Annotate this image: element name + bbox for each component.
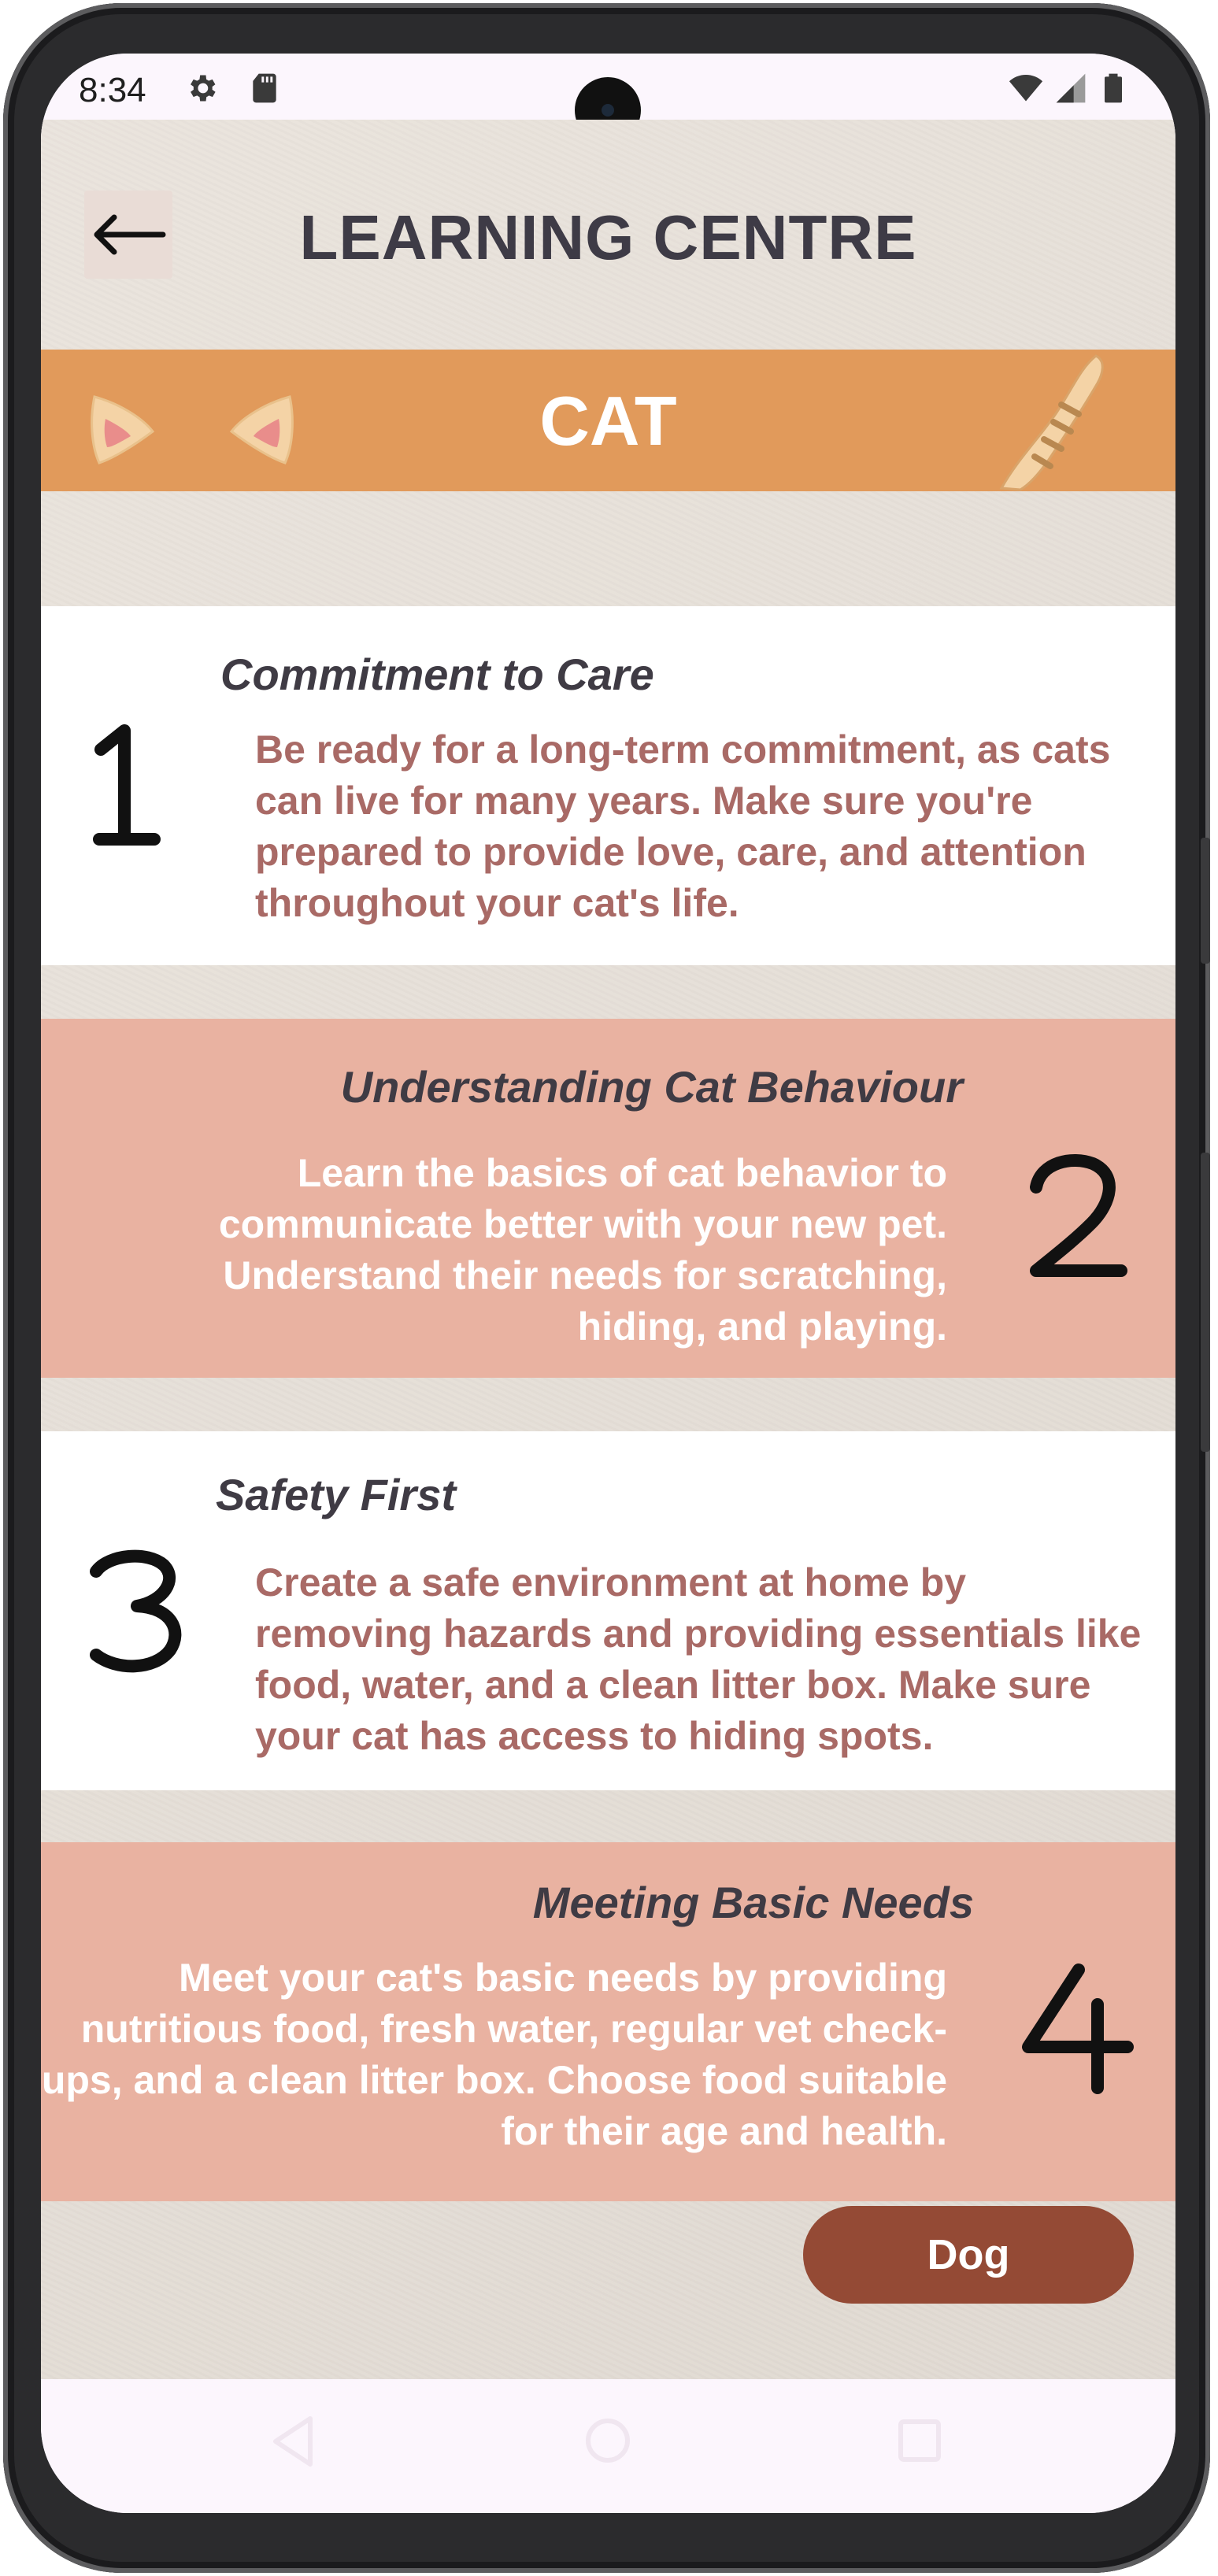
status-time: 8:34 bbox=[79, 71, 146, 109]
card-body: Create a safe environment at home by rem… bbox=[255, 1560, 1142, 1758]
page-title: LEARNING CENTRE bbox=[299, 202, 917, 272]
card-body: Meet your cat's basic needs by providing… bbox=[41, 1956, 947, 2153]
screen: 8:34 LEARNING CENTRE CAT Commitment to C… bbox=[41, 54, 1175, 2513]
wifi-icon bbox=[1009, 74, 1043, 102]
phone-frame: 8:34 LEARNING CENTRE CAT Commitment to C… bbox=[3, 3, 1210, 2573]
navigation-bar bbox=[41, 2379, 1175, 2513]
card-heading: Meeting Basic Needs bbox=[532, 1878, 974, 1927]
tip-card-2: Understanding Cat Behaviour Learn the ba… bbox=[41, 1019, 1175, 1378]
volume-button bbox=[1201, 1153, 1210, 1452]
tip-card-3: Safety First Create a safe environment a… bbox=[41, 1431, 1175, 1790]
tip-card-1: Commitment to Care Be ready for a long-t… bbox=[41, 606, 1175, 965]
tip-card-4: Meeting Basic Needs Meet your cat's basi… bbox=[41, 1842, 1175, 2201]
cat-tail-icon bbox=[999, 354, 1104, 491]
number-four-icon bbox=[1022, 1963, 1134, 2094]
power-button bbox=[1201, 838, 1210, 964]
number-two-icon bbox=[1030, 1153, 1127, 1277]
dog-button[interactable]: Dog bbox=[803, 2206, 1134, 2304]
back-nav-icon[interactable] bbox=[269, 2414, 317, 2469]
number-one-icon bbox=[93, 724, 161, 846]
recents-nav-icon[interactable] bbox=[896, 2417, 943, 2464]
card-heading: Safety First bbox=[216, 1470, 456, 1519]
card-body: Be ready for a long-term commitment, as … bbox=[255, 727, 1111, 925]
signal-icon bbox=[1056, 73, 1086, 103]
category-banner: CAT bbox=[41, 350, 1175, 491]
battery-icon bbox=[1105, 73, 1122, 103]
home-nav-icon[interactable] bbox=[584, 2417, 631, 2464]
settings-icon bbox=[191, 75, 216, 102]
sd-card-icon bbox=[253, 73, 276, 103]
number-three-icon bbox=[90, 1549, 182, 1673]
card-body: Learn the basics of cat behavior to comm… bbox=[218, 1151, 947, 1349]
card-heading: Understanding Cat Behaviour bbox=[340, 1062, 963, 1112]
app-content: LEARNING CENTRE CAT Commitment to Care B… bbox=[41, 120, 1175, 2379]
card-heading: Commitment to Care bbox=[220, 650, 654, 699]
